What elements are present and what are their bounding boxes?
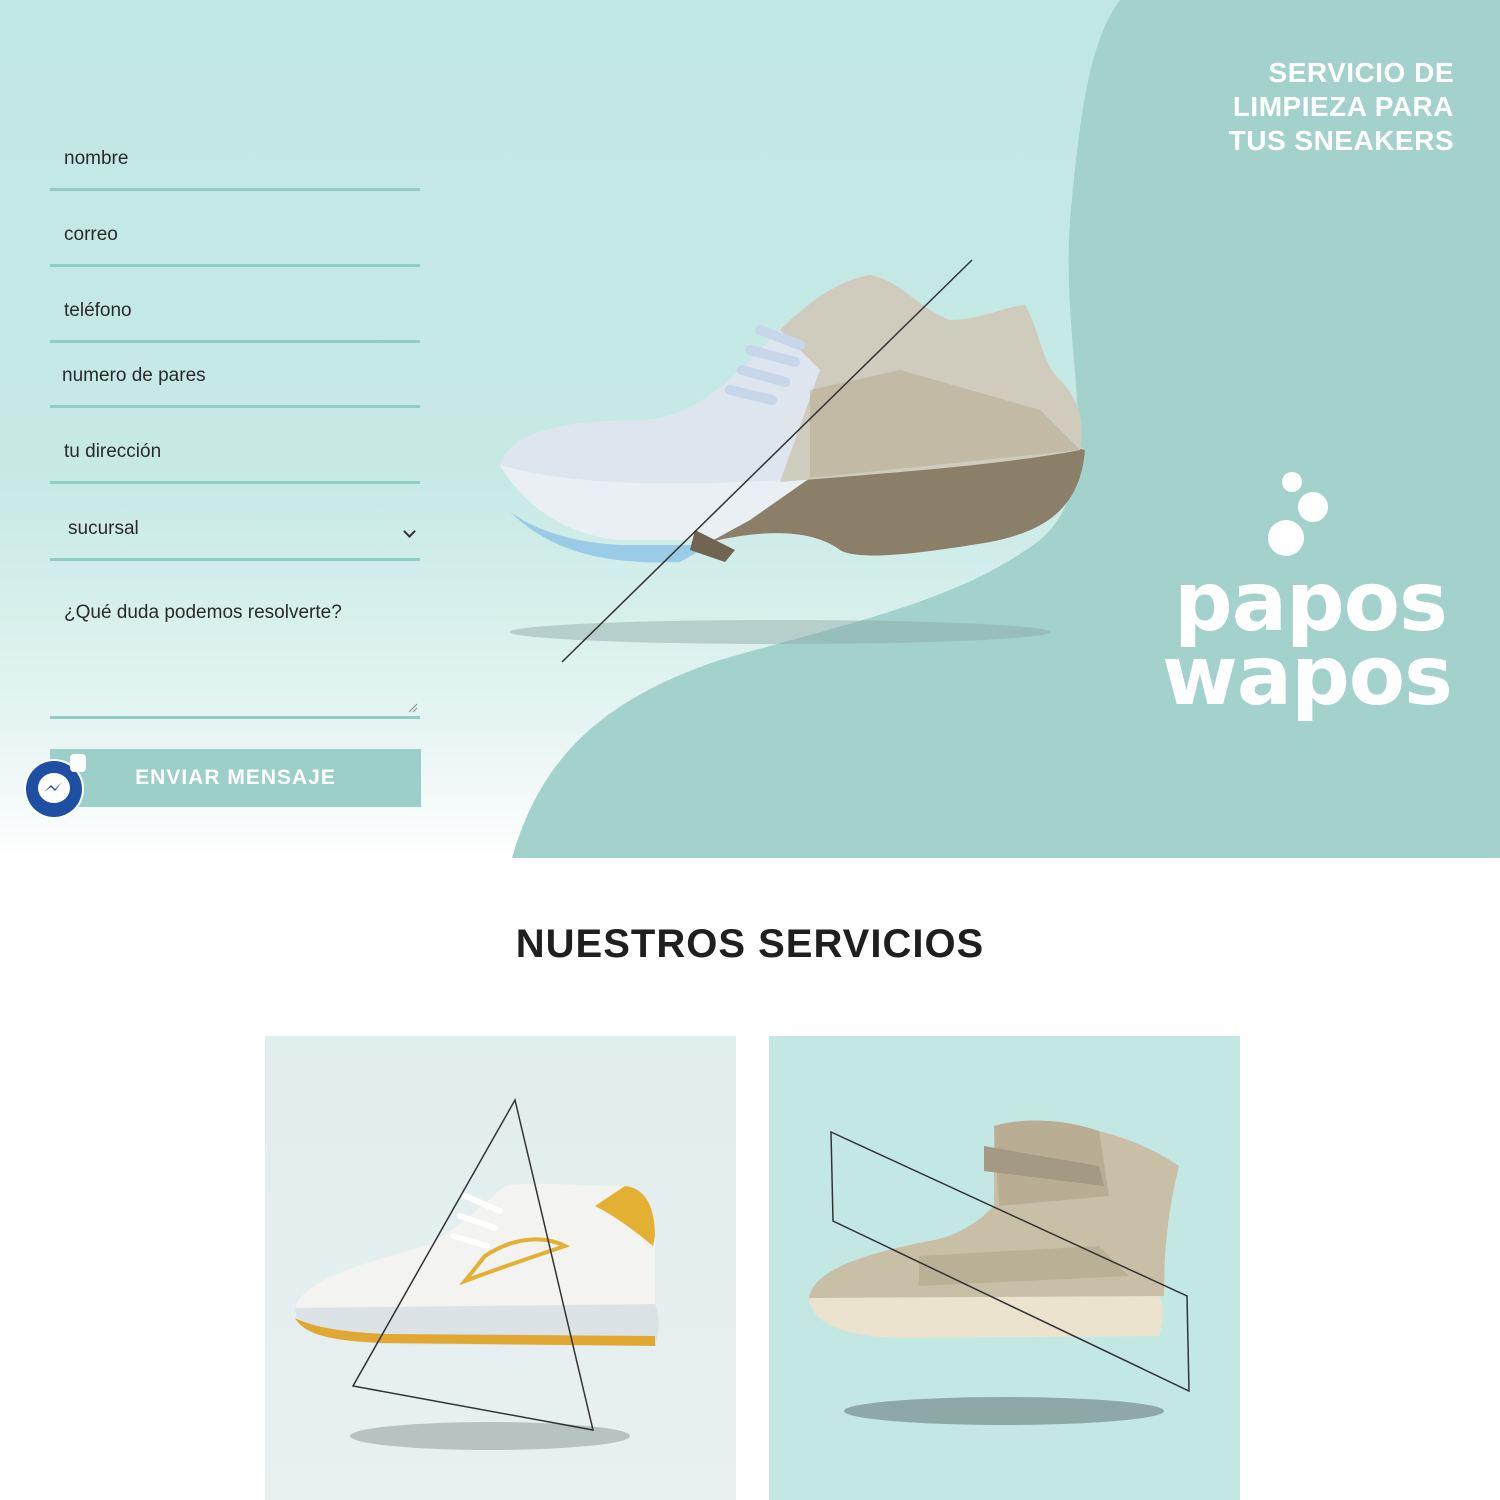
- send-message-button[interactable]: ENVIAR MENSAJE: [50, 749, 421, 807]
- address-field[interactable]: tu dirección: [50, 421, 420, 484]
- phone-field[interactable]: teléfono: [50, 280, 420, 343]
- chevron-down-icon: [403, 525, 416, 538]
- pairs-field-label: numero de pares: [62, 365, 206, 386]
- hero-title-line: TUS SNEAKERS: [1228, 125, 1454, 156]
- logo-bubble: [1282, 472, 1302, 492]
- email-field[interactable]: correo: [50, 204, 420, 267]
- logo-word-2: wapos: [1162, 629, 1453, 724]
- service-card-1[interactable]: [265, 1036, 736, 1500]
- branch-select[interactable]: sucursal: [50, 498, 420, 561]
- question-textarea[interactable]: ¿Qué duda podemos resolverte?: [50, 592, 420, 719]
- hero-section: SERVICIO DE LIMPIEZA PARA TUS SNEAKERS n…: [0, 0, 1500, 858]
- pairs-field[interactable]: numero de pares: [50, 346, 420, 408]
- branch-select-label: sucursal: [68, 518, 139, 539]
- hero-title: SERVICIO DE LIMPIEZA PARA TUS SNEAKERS: [1094, 56, 1454, 158]
- question-textarea-placeholder: ¿Qué duda podemos resolverte?: [64, 602, 342, 623]
- hero-title-line: SERVICIO DE: [1268, 57, 1454, 88]
- hero-sneaker-image: [500, 259, 1085, 663]
- papos-wapos-logo: papos wapos: [1160, 470, 1453, 730]
- name-field-label: nombre: [64, 148, 129, 169]
- services-heading: NUESTROS SERVICIOS: [515, 922, 985, 966]
- resize-handle-icon[interactable]: [408, 703, 418, 713]
- email-field-label: correo: [64, 224, 118, 245]
- hero-title-line: LIMPIEZA PARA: [1232, 91, 1454, 122]
- service-card-2[interactable]: [769, 1036, 1240, 1500]
- phone-field-label: teléfono: [64, 300, 132, 321]
- address-field-label: tu dirección: [64, 441, 162, 462]
- messenger-badge: [70, 754, 86, 772]
- service-sneaker-image: [809, 1120, 1190, 1425]
- logo-bubble: [1298, 492, 1328, 522]
- messenger-icon: [44, 782, 62, 792]
- logo-bubble: [1268, 520, 1304, 556]
- service-sneaker-image: [295, 1097, 659, 1450]
- name-field[interactable]: nombre: [50, 128, 420, 191]
